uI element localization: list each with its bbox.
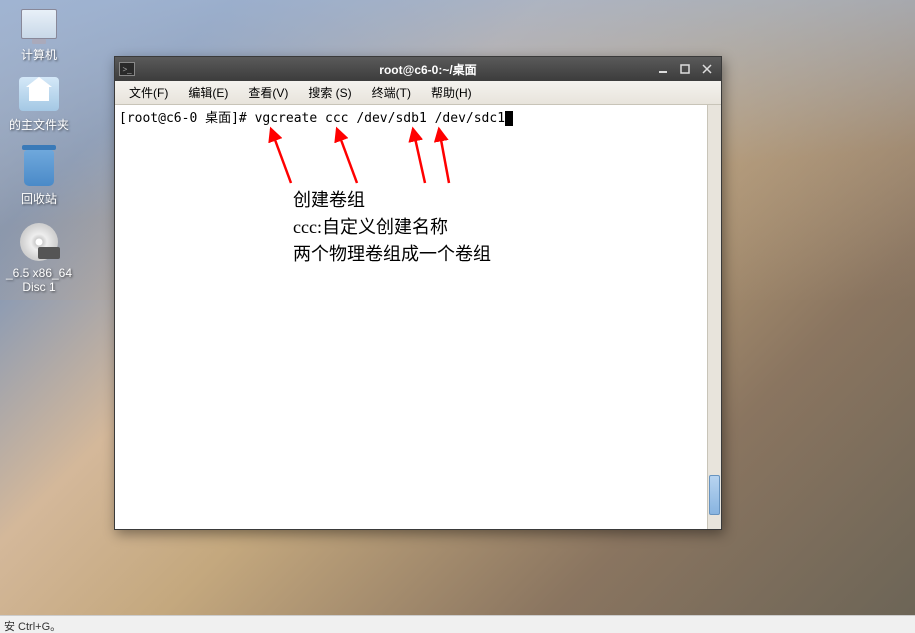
terminal-window: >_ root@c6-0:~/桌面 文件(F) 编辑(E) 查看(V) 搜索 (… xyxy=(114,56,722,530)
terminal-line: [root@c6-0 桌面]# vgcreate ccc /dev/sdb1 /… xyxy=(115,105,721,128)
close-icon xyxy=(702,64,712,74)
annotation-text: 创建卷组 ccc:自定义创建名称 两个物理卷组成一个卷组 xyxy=(293,187,491,268)
annotation-arrow-3 xyxy=(405,123,435,191)
menu-view[interactable]: 查看(V) xyxy=(240,82,296,103)
icon-label: 的主文件夹 xyxy=(4,118,74,132)
home-folder-icon xyxy=(19,74,59,114)
trash-icon xyxy=(19,148,59,188)
terminal-cursor xyxy=(505,111,513,126)
terminal-app-icon: >_ xyxy=(119,62,135,76)
menu-file[interactable]: 文件(F) xyxy=(121,82,176,103)
terminal-scrollbar[interactable] xyxy=(707,105,721,529)
close-button[interactable] xyxy=(699,61,715,77)
menu-search[interactable]: 搜索 (S) xyxy=(300,82,359,103)
minimize-button[interactable] xyxy=(655,61,671,77)
scrollbar-thumb[interactable] xyxy=(709,475,720,515)
statusbar-text: 安 Ctrl+G。 xyxy=(4,621,61,633)
annotation-arrow-2 xyxy=(327,123,367,191)
icon-label: 计算机 xyxy=(4,48,74,62)
window-title: root@c6-0:~/桌面 xyxy=(139,61,717,78)
minimize-icon xyxy=(658,64,668,74)
icon-label: 回收站 xyxy=(4,192,74,206)
desktop-background: 计算机 的主文件夹 回收站 _6.5 x86_64 Disc 1 >_ root… xyxy=(0,0,915,633)
icon-label: _6.5 x86_64 Disc 1 xyxy=(4,266,74,295)
window-controls xyxy=(655,61,715,77)
terminal-prompt: [root@c6-0 桌面]# xyxy=(119,111,255,126)
dvd-icon xyxy=(19,222,59,262)
terminal-body[interactable]: [root@c6-0 桌面]# vgcreate ccc /dev/sdb1 /… xyxy=(115,105,721,529)
desktop-icon-home[interactable]: 的主文件夹 xyxy=(4,74,74,132)
host-statusbar: 安 Ctrl+G。 xyxy=(0,615,915,633)
menubar: 文件(F) 编辑(E) 查看(V) 搜索 (S) 终端(T) 帮助(H) xyxy=(115,81,721,105)
maximize-button[interactable] xyxy=(677,61,693,77)
menu-help[interactable]: 帮助(H) xyxy=(423,82,480,103)
maximize-icon xyxy=(680,64,690,74)
menu-terminal[interactable]: 终端(T) xyxy=(364,82,419,103)
annotation-arrow-4 xyxy=(431,123,461,191)
terminal-command: vgcreate ccc /dev/sdb1 /dev/sdc1 xyxy=(255,111,505,126)
menu-edit[interactable]: 编辑(E) xyxy=(180,82,236,103)
window-titlebar[interactable]: >_ root@c6-0:~/桌面 xyxy=(115,57,721,81)
desktop-icon-computer[interactable]: 计算机 xyxy=(4,4,74,62)
annotation-arrow-1 xyxy=(263,123,303,191)
desktop-icon-trash[interactable]: 回收站 xyxy=(4,148,74,206)
monitor-icon xyxy=(19,4,59,44)
desktop-icon-dvd[interactable]: _6.5 x86_64 Disc 1 xyxy=(4,222,74,295)
